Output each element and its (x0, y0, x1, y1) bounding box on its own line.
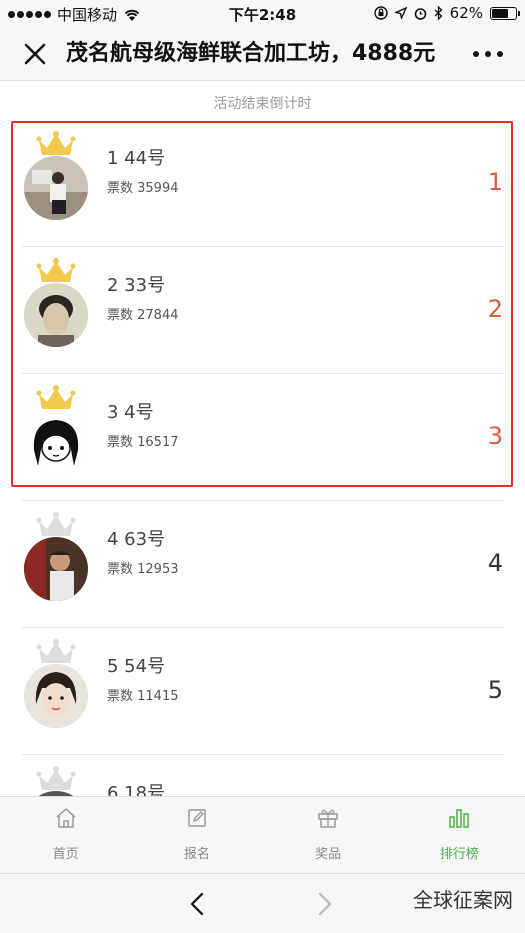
countdown-label: 活动结束倒计时 (213, 96, 312, 112)
avatar (24, 537, 88, 601)
ranking-row[interactable]: 3 4号 票数 16517 3 (22, 374, 503, 501)
rank-number: 3 (487, 422, 503, 450)
avatar (24, 156, 88, 220)
lock-rotation-icon (373, 6, 388, 20)
watermark: 全球征案网 (413, 888, 513, 912)
vote-count: 票数 16517 (107, 435, 179, 450)
entry-name: 1 44号 (107, 148, 166, 169)
vote-count: 票数 27844 (107, 308, 179, 323)
avatar (24, 283, 88, 347)
entry-name: 4 63号 (107, 529, 166, 550)
ranking-row[interactable]: 5 54号 票数 11415 5 (22, 628, 503, 755)
tab-label: 报名 (183, 847, 210, 862)
battery-icon (490, 6, 520, 20)
location-icon (394, 7, 407, 19)
alarm-icon (414, 7, 426, 20)
silver-crown-icon (36, 512, 76, 536)
gold-crown-icon (36, 258, 76, 282)
silver-crown-icon (36, 766, 76, 790)
entry-name: 3 4号 (107, 402, 154, 423)
tab-ranking[interactable]: 排行榜 (394, 797, 525, 873)
rank-number: 4 (487, 549, 503, 577)
gold-crown-icon (36, 385, 76, 409)
nav-bar: 茂名航母级海鲜联合加工坊，4888元 (0, 27, 525, 81)
page-title: 茂名航母级海鲜联合加工坊，4888元 (66, 41, 436, 66)
wifi-icon (124, 9, 140, 21)
avatar (24, 664, 88, 728)
rank-number: 1 (487, 168, 503, 196)
edit-icon (188, 809, 206, 827)
rank-number: 2 (487, 295, 503, 323)
rank-number: 5 (487, 676, 503, 704)
ranking-row[interactable]: 4 63号 票数 12953 4 (22, 501, 503, 628)
home-icon (56, 808, 76, 828)
back-arrow-icon[interactable] (186, 890, 210, 918)
entry-name: 2 33号 (107, 275, 166, 296)
more-icon[interactable] (473, 41, 503, 67)
battery-percent: 62% (449, 4, 483, 22)
vote-count: 票数 35994 (107, 181, 179, 196)
gold-crown-icon (36, 131, 76, 155)
tab-prizes[interactable]: 奖品 (263, 797, 394, 873)
entry-name: 5 54号 (107, 656, 166, 677)
vote-count: 票数 12953 (107, 562, 179, 577)
tab-label: 首页 (52, 847, 79, 862)
tab-label: 排行榜 (439, 847, 479, 862)
signal-icon (8, 11, 51, 18)
carrier-label: 中国移动 (57, 6, 118, 24)
tab-label: 奖品 (315, 847, 342, 862)
bluetooth-icon (434, 6, 443, 20)
browser-toolbar: 全球征案网 (0, 873, 525, 933)
ranking-row[interactable]: 1 44号 票数 35994 1 (22, 120, 503, 247)
status-bar: 中国移动 下午2:48 62% (0, 0, 525, 27)
tab-home[interactable]: 首页 (0, 797, 131, 873)
close-icon[interactable] (20, 39, 50, 69)
forward-arrow-icon[interactable] (312, 890, 336, 918)
avatar (24, 410, 88, 474)
ranking-row[interactable]: 2 33号 票数 27844 2 (22, 247, 503, 374)
ranking-list: 1 44号 票数 35994 1 2 33号 票数 27844 2 3 4号 票… (0, 120, 525, 882)
chart-icon (449, 809, 470, 828)
silver-crown-icon (36, 639, 76, 663)
tab-signup[interactable]: 报名 (131, 797, 262, 873)
vote-count: 票数 11415 (107, 689, 179, 704)
tab-bar: 首页 报名 奖品 排行榜 (0, 796, 525, 873)
gift-icon (318, 809, 338, 828)
